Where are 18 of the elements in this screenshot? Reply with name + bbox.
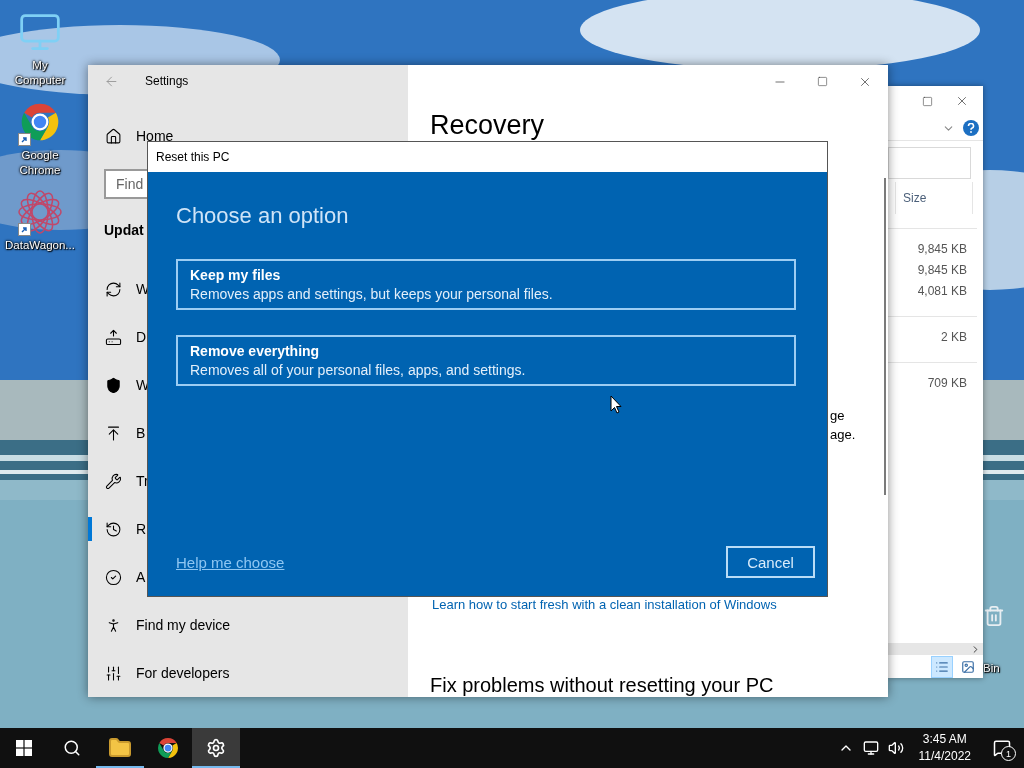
shortcut-label: Bin [983,661,1000,676]
file-size: 9,845 KB [917,241,967,258]
file-size: 9,845 KB [917,262,967,279]
notification-count: 1 [1001,746,1016,761]
file-size: 709 KB [927,375,967,392]
dialog-title: Reset this PC [156,150,230,164]
shortcut-label: DataWagon... [5,238,75,253]
dialog-heading: Choose an option [176,202,350,230]
section-heading: Updat [104,221,145,240]
page-heading: Recovery [430,110,546,140]
shortcut-label: My Computer [13,58,67,88]
description-text: age. [830,426,857,444]
window-title: Settings [145,74,189,89]
file-size: 2 KB [941,329,967,346]
description-text: ge [830,407,846,425]
section-heading: Fix problems without resetting your PC [430,673,775,697]
file-size: 4,081 KB [917,283,967,300]
shortcut-label: Google Chrome [18,148,62,178]
